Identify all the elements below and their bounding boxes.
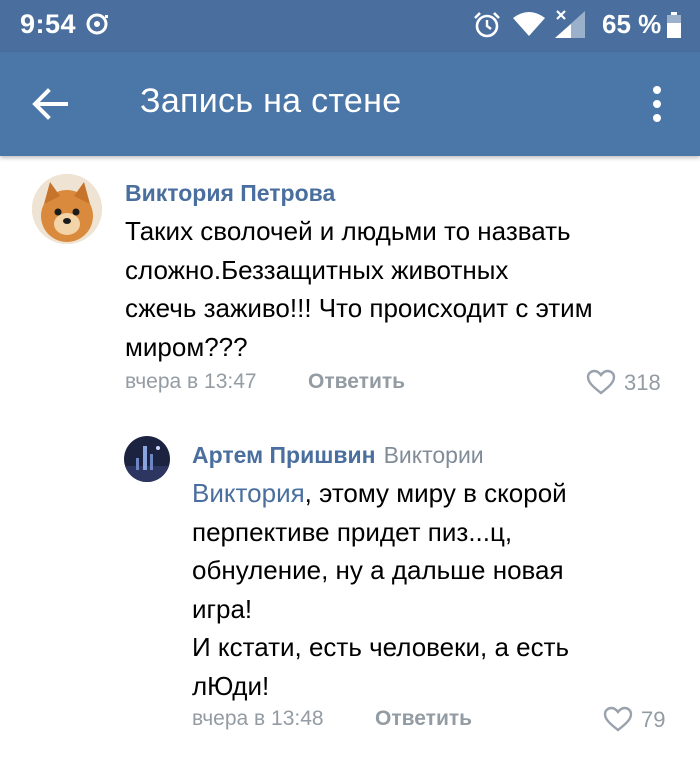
heart-icon — [603, 706, 633, 732]
notification-icon — [86, 13, 108, 35]
mention-link[interactable]: Виктория — [192, 478, 305, 508]
like-count: 318 — [624, 370, 661, 395]
reply-button[interactable]: Ответить — [375, 707, 472, 731]
status-bar: 9:54 65 % — [0, 0, 700, 52]
like-button[interactable]: 318 — [586, 369, 661, 396]
back-arrow-icon[interactable] — [26, 80, 74, 128]
avatar[interactable] — [32, 174, 102, 244]
author-name[interactable]: Артем Пришвин — [192, 442, 376, 468]
city-avatar-image — [124, 436, 170, 482]
signal-icon — [555, 10, 585, 38]
reply-to-label[interactable]: Виктории — [384, 442, 484, 468]
comment-author: Артем Пришвин Виктории — [192, 442, 484, 469]
comment-reply: Артем Пришвин Виктории Виктория, этому ми… — [0, 420, 700, 740]
page-title: Запись на стене — [140, 82, 402, 120]
dog-avatar-image — [32, 174, 102, 244]
avatar[interactable] — [124, 436, 170, 482]
comment-author[interactable]: Виктория Петрова — [125, 180, 335, 207]
status-time: 9:54 — [20, 9, 77, 39]
comment-date: вчера в 13:48 — [192, 707, 324, 730]
heart-icon — [586, 369, 616, 395]
comment-text: Таких сволочей и людьми то назвать сложн… — [125, 216, 593, 362]
comment-date: вчера в 13:47 — [125, 370, 257, 393]
like-count: 79 — [641, 707, 666, 732]
app-bar: Запись на стене — [0, 52, 700, 156]
more-vertical-icon[interactable] — [640, 80, 674, 128]
comment-text: Виктория, этому миру в скорой перпективе… — [192, 478, 570, 701]
battery-icon — [667, 12, 681, 38]
wifi-icon — [513, 12, 545, 36]
alarm-icon — [474, 12, 500, 38]
battery-percent: 65 % — [602, 9, 662, 39]
reply-button[interactable]: Ответить — [308, 370, 405, 394]
comment: Виктория Петрова Таких сволочей и людьми… — [0, 156, 700, 406]
like-button[interactable]: 79 — [603, 706, 665, 733]
